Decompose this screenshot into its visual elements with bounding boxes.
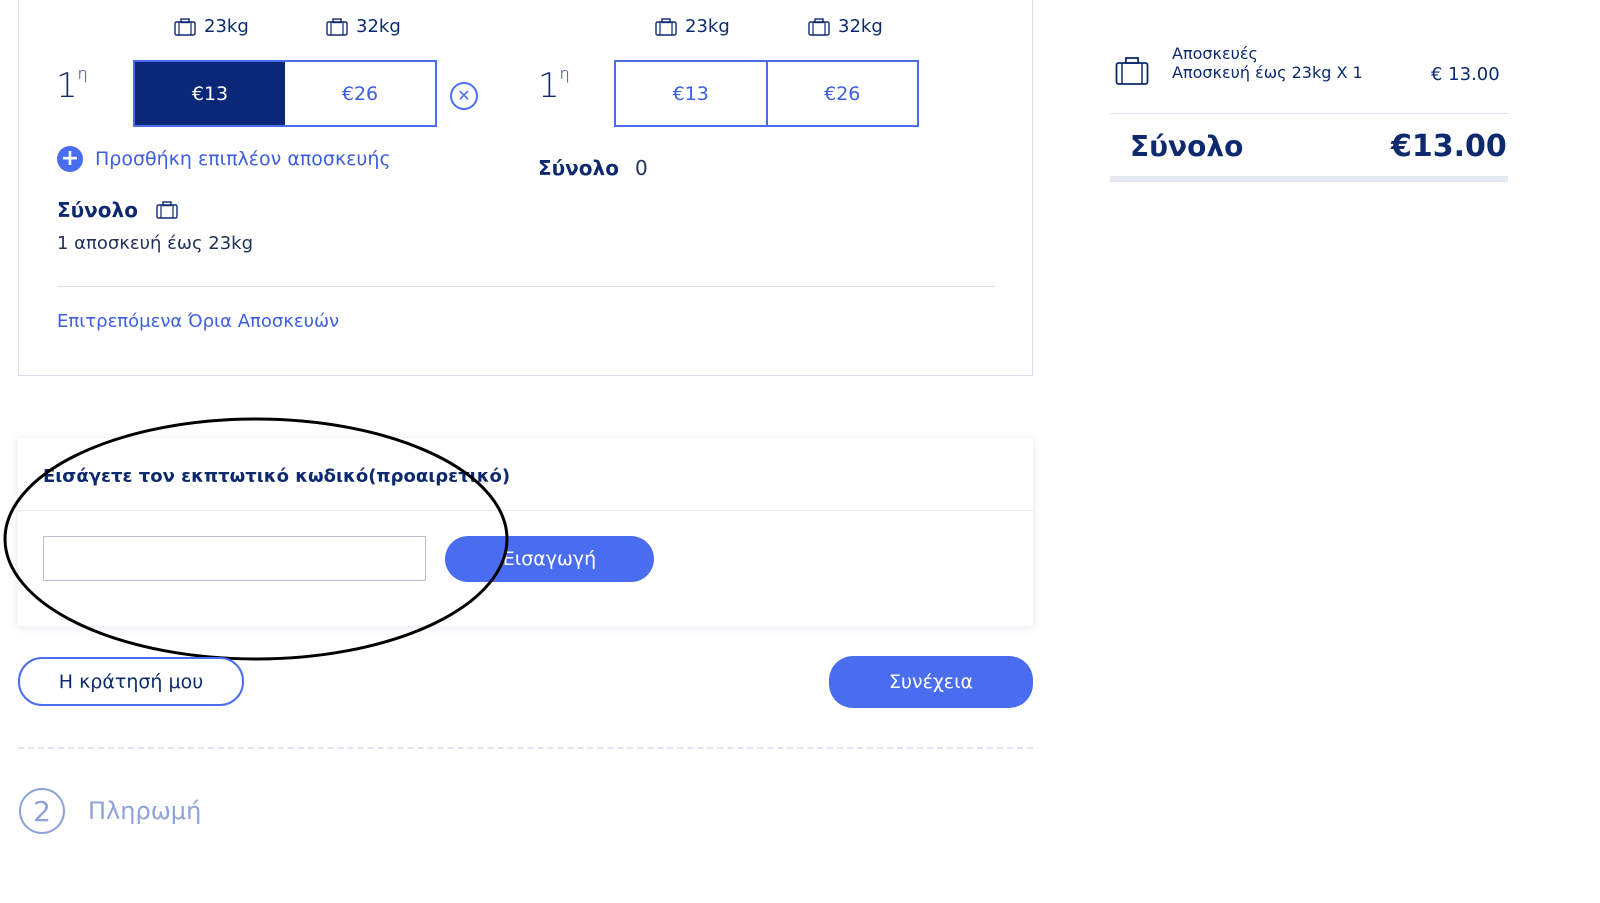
- bag-price-selector: €13 €26: [614, 60, 919, 127]
- summary-bottom-bar: [1110, 176, 1508, 182]
- price-option-32kg[interactable]: €26: [765, 62, 917, 125]
- bag-total-summary: 1 αποσκευή έως 23kg: [57, 233, 254, 254]
- price-option-32kg[interactable]: €26: [285, 62, 435, 125]
- plus-icon: +: [57, 146, 83, 172]
- weight-label: 32kg: [838, 16, 883, 37]
- remove-bag-icon[interactable]: ✕: [450, 82, 478, 110]
- bag-total-label: Σύνολο: [538, 156, 619, 180]
- add-more-baggage-button[interactable]: + Προσθήκη επιπλέον αποσκευής: [57, 146, 391, 172]
- summary-category: Αποσκευές: [1172, 44, 1258, 63]
- suitcase-icon: [156, 201, 178, 219]
- divider: [57, 286, 995, 287]
- bag-ordinal-suffix: η: [559, 63, 570, 83]
- bag-price-selector: €13 €26: [133, 60, 437, 127]
- annotation-ellipse: [3, 417, 509, 661]
- price-option-23kg[interactable]: €13: [616, 62, 766, 125]
- weight-label: 23kg: [685, 16, 730, 37]
- suitcase-icon: [326, 17, 348, 36]
- bag-ordinal-suffix: η: [77, 63, 88, 83]
- bag-ordinal: 1η: [538, 63, 570, 106]
- step-label-payment[interactable]: Πληρωμή: [88, 797, 201, 825]
- summary-total-label: Σύνολο: [1130, 130, 1244, 163]
- suitcase-icon: [1115, 57, 1149, 85]
- bag-ordinal-number: 1: [56, 66, 78, 106]
- weight-32kg-label: 32kg: [808, 16, 883, 37]
- bag-total-row: Σύνολο 0: [538, 156, 648, 180]
- summary-item-price: € 13.00: [1431, 64, 1500, 85]
- divider: [1110, 113, 1508, 114]
- weight-23kg-label: 23kg: [655, 16, 730, 37]
- continue-button[interactable]: Συνέχεια: [829, 656, 1033, 708]
- suitcase-icon: [655, 17, 677, 36]
- weight-label: 23kg: [204, 16, 249, 37]
- add-more-baggage-label: Προσθήκη επιπλέον αποσκευής: [95, 148, 391, 170]
- suitcase-icon: [808, 17, 830, 36]
- step-number: 2: [19, 788, 65, 834]
- weight-23kg-label: 23kg: [174, 16, 249, 37]
- my-booking-button[interactable]: Η κράτησή μου: [18, 657, 244, 706]
- section-divider: [18, 747, 1033, 749]
- bag-total-label: Σύνολο: [57, 198, 138, 222]
- bag-ordinal-number: 1: [538, 66, 560, 106]
- price-option-23kg[interactable]: €13: [135, 62, 285, 125]
- summary-total-value: €13.00: [1391, 129, 1507, 164]
- suitcase-icon: [174, 17, 196, 36]
- summary-item: Αποσκευή έως 23kg X 1: [1172, 63, 1363, 82]
- baggage-limits-link[interactable]: Επιτρεπόμενα Όρια Αποσκευών: [57, 311, 339, 332]
- bag-total-row: Σύνολο: [57, 198, 178, 222]
- bag-total-value: 0: [634, 156, 648, 180]
- weight-label: 32kg: [356, 16, 401, 37]
- weight-32kg-label: 32kg: [326, 16, 401, 37]
- bag-ordinal: 1η: [56, 63, 88, 106]
